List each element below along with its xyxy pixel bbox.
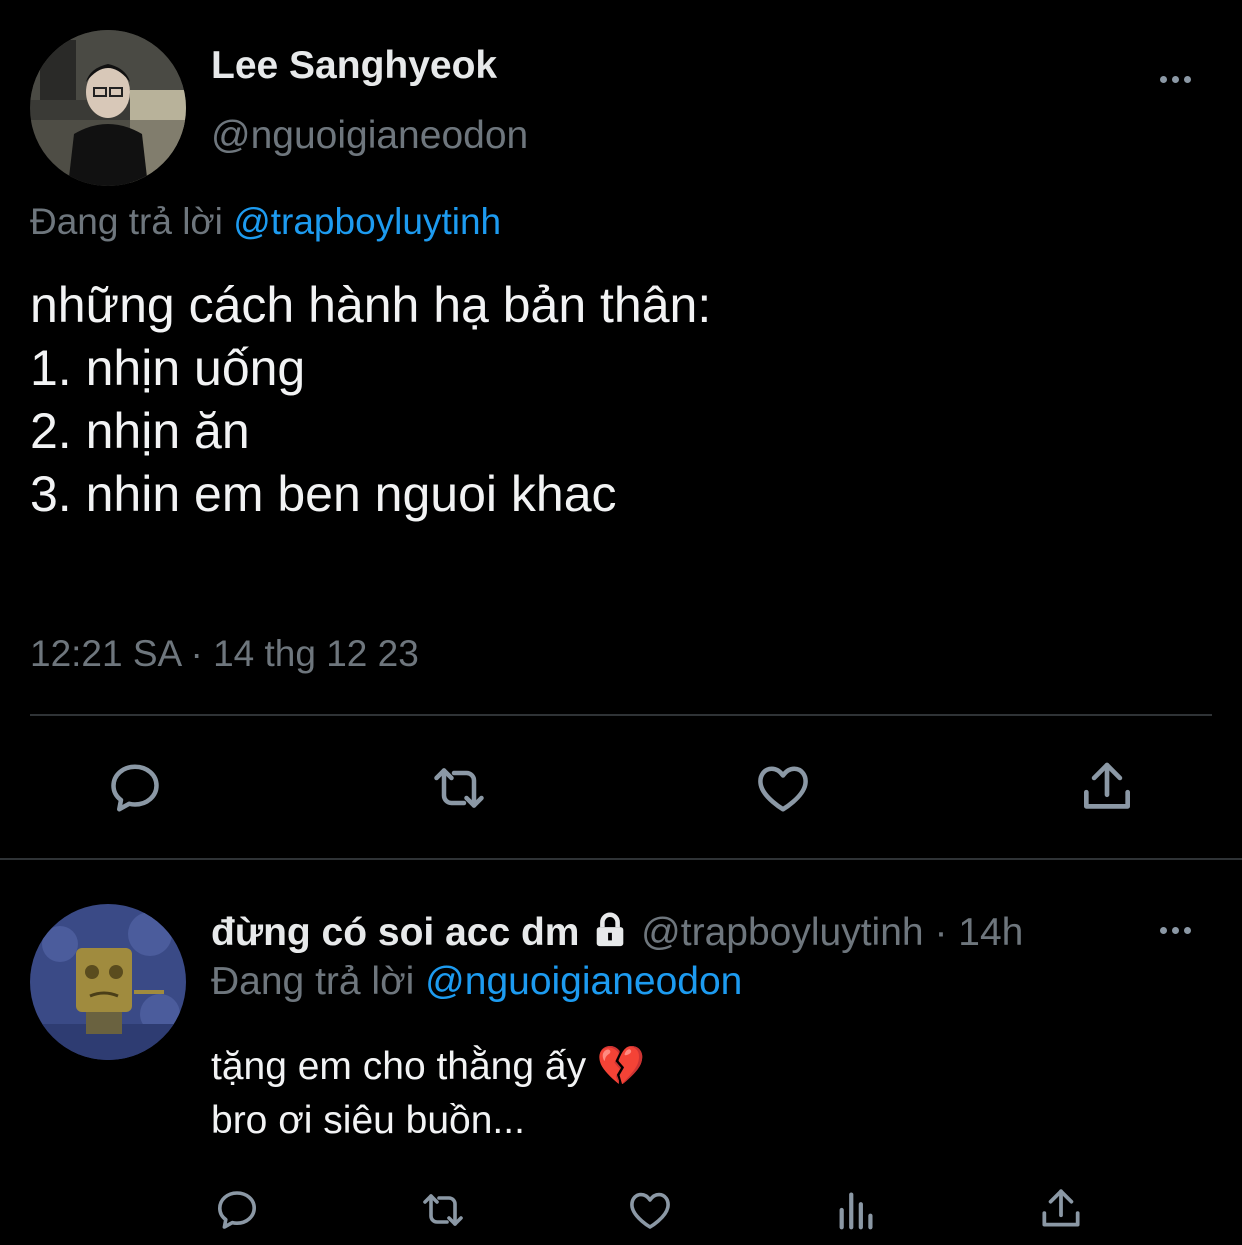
more-icon[interactable] (1160, 76, 1191, 83)
author-handle[interactable]: @nguoigianeodon (211, 114, 528, 158)
author-handle[interactable]: @trapboyluytinh (641, 911, 923, 954)
replying-label: Đang trả lời (30, 201, 223, 242)
retweet-icon[interactable] (424, 758, 494, 818)
like-icon[interactable] (752, 758, 814, 818)
reply-time[interactable]: · 14h (934, 911, 1023, 954)
tweet-timestamp[interactable]: 12:21 SA · 14 thg 12 23 (30, 632, 419, 676)
share-icon[interactable] (1036, 1184, 1086, 1234)
reply-text: tặng em cho thằng ấy 💔 bro ơi siêu buồn.… (211, 1045, 646, 1142)
reply-icon[interactable] (104, 758, 166, 818)
share-icon[interactable] (1076, 756, 1138, 818)
replying-to-line: Đang trả lời @nguoigianeodon (211, 960, 742, 1004)
reply-header: đừng có soi acc dm @trapboyluytinh · 14h (211, 910, 1023, 959)
author-display-name[interactable]: Lee Sanghyeok (211, 44, 497, 88)
divider (0, 858, 1242, 860)
replying-to-link[interactable]: @trapboyluytinh (233, 201, 501, 242)
avatar[interactable] (30, 30, 186, 186)
like-icon[interactable] (624, 1186, 676, 1234)
avatar-image (30, 904, 186, 1060)
author-display-name[interactable]: đừng có soi acc dm (211, 911, 579, 954)
more-icon[interactable] (1160, 927, 1191, 934)
avatar[interactable] (30, 904, 186, 1060)
views-icon[interactable] (834, 1186, 880, 1234)
lock-icon (590, 910, 630, 959)
divider (30, 714, 1212, 716)
reply-icon[interactable] (212, 1186, 262, 1234)
retweet-icon[interactable] (414, 1186, 472, 1234)
replying-label: Đang trả lời (211, 960, 415, 1003)
tweet-text: những cách hành hạ bản thân: 1. nhịn uốn… (30, 277, 712, 522)
replying-to-line: Đang trả lời @trapboyluytinh (30, 200, 501, 244)
avatar-image (30, 30, 186, 186)
replying-to-link[interactable]: @nguoigianeodon (425, 960, 742, 1003)
